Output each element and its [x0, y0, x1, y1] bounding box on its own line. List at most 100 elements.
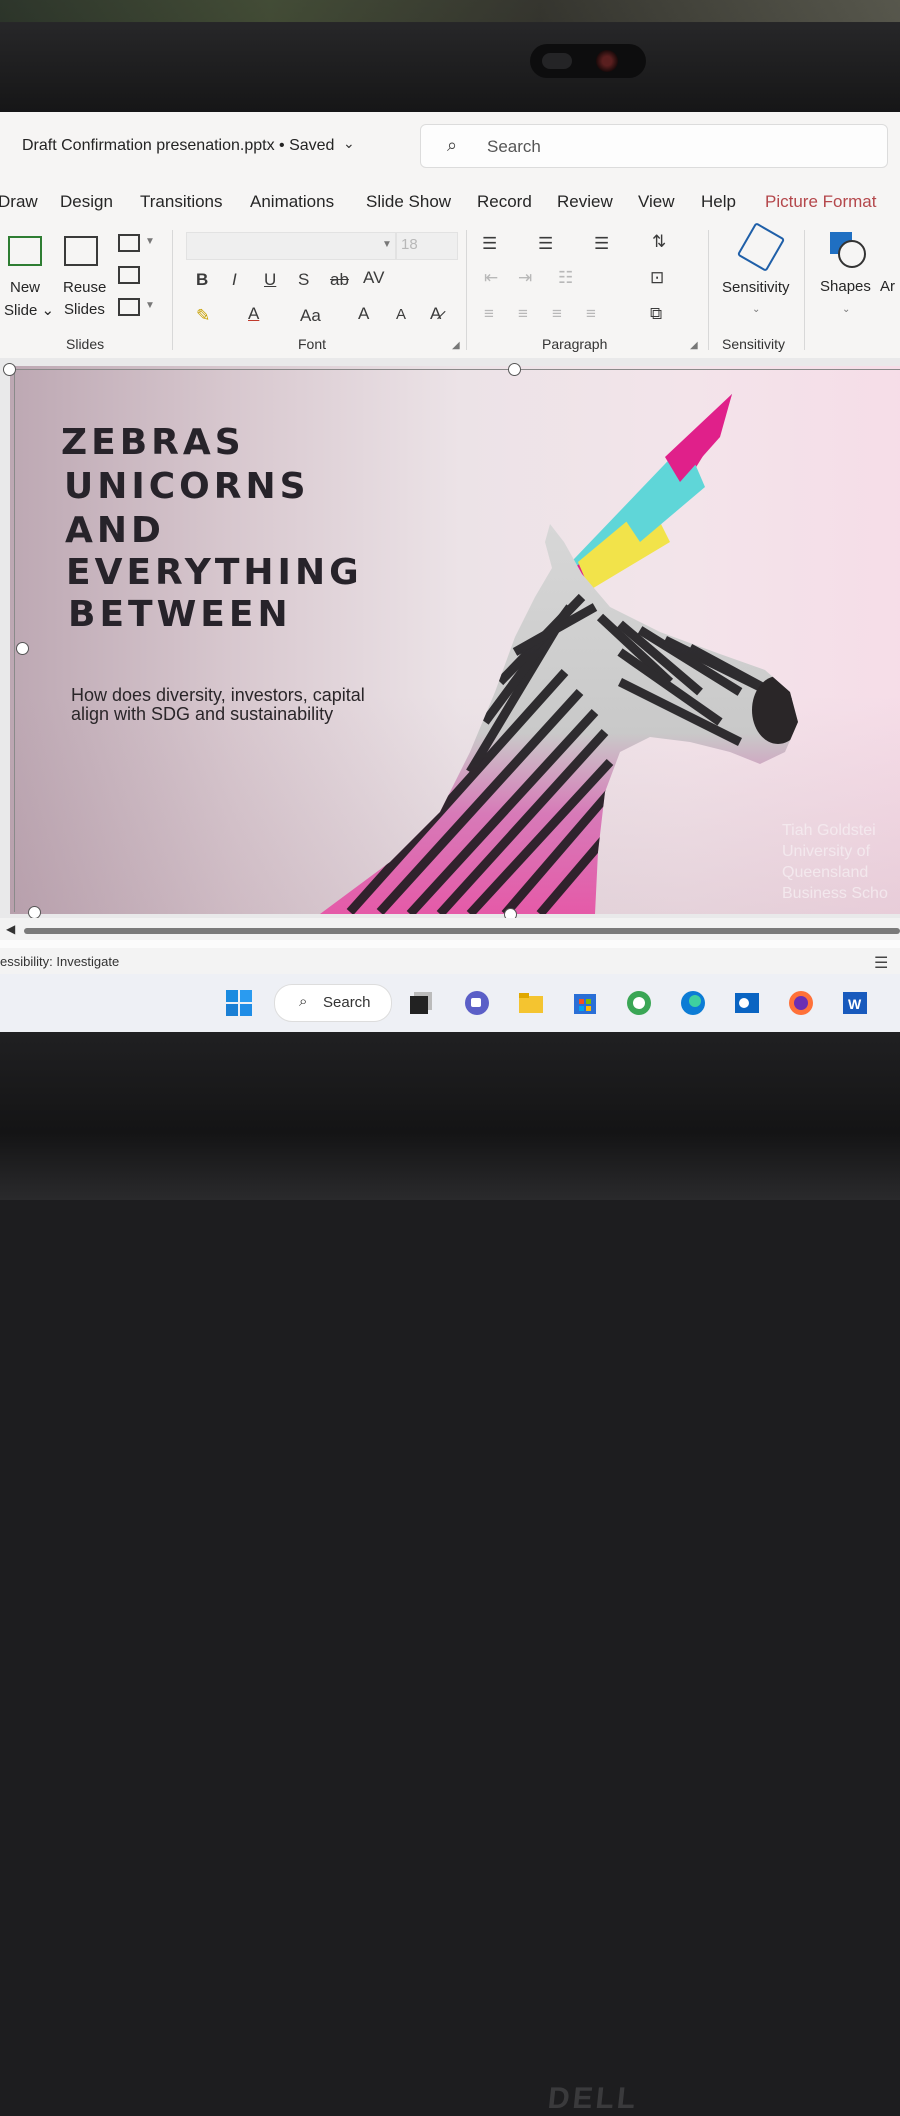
word-icon[interactable]: W — [840, 988, 870, 1018]
dialog-launcher-icon[interactable]: ◢ — [690, 340, 698, 351]
notes-icon[interactable]: ☰ — [874, 953, 888, 973]
document-title[interactable]: Draft Confirmation presenation.pptx • Sa… — [22, 137, 334, 155]
author-line: Tiah Goldstei — [782, 822, 876, 839]
highlight-icon[interactable]: ✎ — [196, 306, 210, 326]
slides-group-label: Slides — [66, 336, 105, 352]
clear-formatting-icon[interactable]: A̷ — [430, 304, 441, 324]
font-size-field[interactable]: 18 — [396, 232, 458, 260]
grow-font-button[interactable]: A — [358, 304, 369, 324]
group-divider — [804, 230, 805, 350]
tab-design[interactable]: Design — [60, 192, 113, 212]
slide-author[interactable]: Tiah Goldstei University of Queensland B… — [782, 820, 888, 904]
underline-button[interactable]: U — [264, 270, 276, 290]
tab-picture-format[interactable]: Picture Format — [765, 192, 876, 212]
group-divider — [172, 230, 173, 350]
italic-button[interactable]: I — [232, 270, 237, 290]
bullets-icon[interactable]: ☰ — [482, 234, 497, 254]
chevron-down-icon[interactable]: ⌄ — [752, 304, 760, 315]
file-explorer-icon[interactable] — [516, 988, 546, 1018]
sensitivity-button[interactable]: Sensitivity — [722, 279, 790, 296]
bold-button[interactable]: B — [196, 270, 208, 290]
columns-icon[interactable]: ☷ — [558, 268, 573, 288]
align-center-icon[interactable]: ≡ — [518, 304, 528, 324]
microsoft-store-icon[interactable] — [570, 988, 600, 1018]
numbering-icon[interactable]: ☰ — [538, 234, 553, 254]
reuse-slides-icon[interactable] — [64, 236, 98, 266]
arrange-button[interactable]: Ar — [880, 278, 895, 295]
zebra-unicorn-picture[interactable] — [320, 392, 810, 914]
reuse-slides-label-1[interactable]: Reuse — [63, 279, 106, 296]
tab-view[interactable]: View — [638, 192, 675, 212]
tab-animations[interactable]: Animations — [250, 192, 334, 212]
shapes-circle-icon — [838, 240, 866, 268]
resize-handle[interactable] — [16, 642, 29, 655]
chevron-down-icon[interactable]: ⌄ — [842, 304, 850, 315]
slide-title-line[interactable]: BETWEEN — [68, 594, 292, 635]
task-view-icon[interactable] — [406, 988, 436, 1018]
smartart-icon[interactable]: ⧉ — [650, 304, 662, 324]
edge-icon[interactable] — [678, 988, 708, 1018]
font-size-value: 18 — [401, 236, 418, 253]
text-direction-icon[interactable]: ⇅ — [652, 232, 666, 252]
accessibility-status[interactable]: essibility: Investigate — [0, 954, 119, 969]
chevron-down-icon[interactable]: ▼ — [145, 300, 155, 311]
resize-handle[interactable] — [3, 363, 16, 376]
firefox-icon[interactable] — [786, 988, 816, 1018]
line-spacing-icon[interactable]: ☰ — [594, 234, 609, 254]
tab-help[interactable]: Help — [701, 192, 736, 212]
slide-title-line[interactable]: AND — [65, 510, 165, 551]
new-slide-label-2[interactable]: Slide ⌄ — [4, 301, 54, 319]
character-spacing-button[interactable]: AV — [363, 268, 384, 288]
tab-review[interactable]: Review — [557, 192, 613, 212]
align-left-icon[interactable]: ≡ — [484, 304, 494, 324]
slide-title-line[interactable]: EVERYTHING — [66, 552, 363, 593]
globe-app-icon[interactable] — [624, 988, 654, 1018]
font-color-button[interactable]: A — [248, 304, 259, 324]
new-slide-label-1[interactable]: New — [10, 279, 40, 296]
shadow-button[interactable]: S — [298, 270, 309, 290]
tab-slide-show[interactable]: Slide Show — [366, 192, 451, 212]
scroll-left-icon[interactable]: ◀ — [6, 922, 15, 936]
slide-title-line[interactable]: ZEBRAS — [61, 422, 245, 463]
taskbar-search[interactable]: ⌕ Search — [274, 984, 392, 1022]
chevron-down-icon[interactable]: ▼ — [145, 236, 155, 247]
taskbar-search-label: Search — [323, 994, 371, 1011]
increase-indent-icon[interactable]: ⇥ — [518, 268, 532, 288]
tab-record[interactable]: Record — [477, 192, 532, 212]
windows-start-icon[interactable] — [224, 988, 254, 1018]
decrease-indent-icon[interactable]: ⇤ — [484, 268, 498, 288]
taskbar: ⌕ Search W — [0, 974, 900, 1032]
teams-chat-icon[interactable] — [462, 988, 492, 1018]
search-input[interactable]: ⌕ Search — [420, 124, 888, 168]
author-line: University of — [782, 843, 871, 860]
search-placeholder: Search — [487, 137, 541, 156]
sensitivity-icon[interactable] — [736, 222, 786, 272]
chevron-down-icon[interactable]: ⌄ — [343, 135, 355, 152]
paragraph-group-label: Paragraph — [542, 336, 608, 352]
align-text-icon[interactable]: ⊡ — [650, 268, 664, 288]
scrollbar-thumb[interactable] — [24, 928, 900, 934]
chevron-down-icon[interactable]: ▼ — [382, 239, 392, 250]
tab-draw[interactable]: Draw — [0, 192, 38, 212]
shapes-button[interactable]: Shapes — [820, 278, 871, 295]
reset-icon[interactable] — [118, 266, 140, 284]
section-icon[interactable] — [118, 298, 140, 316]
align-right-icon[interactable]: ≡ — [552, 304, 562, 324]
resize-handle[interactable] — [508, 363, 521, 376]
new-slide-icon[interactable] — [8, 236, 42, 266]
strikethrough-button[interactable]: ab — [330, 270, 349, 290]
font-name-field[interactable] — [186, 232, 396, 260]
slide-title-line[interactable]: UNICORNS — [64, 466, 310, 507]
change-case-button[interactable]: Aa — [300, 306, 321, 326]
dialog-launcher-icon[interactable]: ◢ — [452, 340, 460, 351]
search-icon: ⌕ — [299, 993, 308, 1010]
shrink-font-button[interactable]: A — [396, 306, 406, 323]
horizontal-scrollbar[interactable]: ◀ — [0, 918, 900, 940]
layout-icon[interactable] — [118, 234, 140, 252]
slide-subtitle[interactable]: How does diversity, investors, capital a… — [71, 686, 391, 724]
outlook-icon[interactable] — [732, 988, 762, 1018]
reuse-slides-label-2[interactable]: Slides — [64, 301, 105, 318]
group-divider — [708, 230, 709, 350]
justify-icon[interactable]: ≡ — [586, 304, 596, 324]
tab-transitions[interactable]: Transitions — [140, 192, 223, 212]
